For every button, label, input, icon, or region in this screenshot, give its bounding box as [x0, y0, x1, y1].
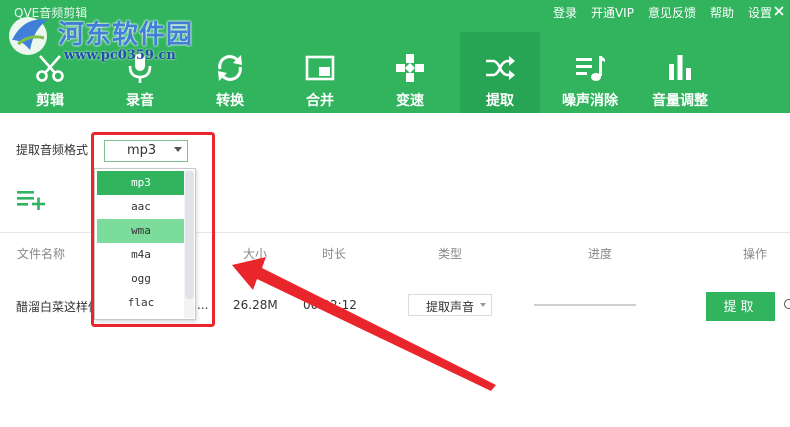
tool-volume[interactable]: 音量调整 — [640, 32, 720, 113]
app-window: QVE音频剪辑 登录 开通VIP 意见反馈 帮助 设置 剪辑 录音 转换 合并 … — [0, 0, 790, 427]
format-option-mp3[interactable]: mp3 — [97, 171, 185, 195]
tool-record-label: 录音 — [126, 93, 154, 109]
tool-speed-label: 变速 — [396, 93, 424, 109]
format-dropdown-list: mp3 aac wma m4a ogg flac — [94, 168, 196, 320]
format-option-ogg[interactable]: ogg — [97, 267, 185, 291]
column-header-type: 类型 — [438, 247, 463, 261]
microphone-icon — [128, 53, 152, 83]
row-edge-icon[interactable] — [784, 299, 790, 309]
scissors-icon — [36, 55, 64, 82]
tool-record[interactable]: 录音 — [100, 32, 180, 113]
tool-denoise-label: 噪声消除 — [562, 93, 618, 109]
chevron-down-icon — [174, 147, 182, 152]
format-label: 提取音频格式 — [16, 143, 89, 157]
file-name-ellipsis: ... — [197, 298, 209, 312]
format-option-wma[interactable]: wma — [97, 219, 185, 243]
annotation-arrow-icon — [232, 257, 496, 391]
shuffle-extract-icon — [486, 56, 515, 80]
merge-window-icon — [305, 55, 335, 81]
top-links: 登录 开通VIP 意见反馈 帮助 设置 — [553, 4, 772, 21]
type-select-value: 提取声音 — [426, 300, 475, 314]
progress-bar — [534, 304, 636, 306]
volume-bars-icon — [669, 55, 691, 80]
tool-cut[interactable]: 剪辑 — [10, 32, 90, 113]
tool-denoise[interactable]: 噪声消除 — [550, 32, 630, 113]
tool-merge-label: 合并 — [306, 93, 334, 109]
column-header-name: 文件名称 — [17, 247, 66, 261]
format-select-value: mp3 — [127, 143, 157, 158]
chevron-down-icon — [480, 303, 486, 307]
tool-extract[interactable]: 提取 — [460, 32, 540, 113]
gamepad-speed-icon — [396, 54, 424, 82]
tool-speed[interactable]: 变速 — [370, 32, 450, 113]
column-header-progress: 进度 — [588, 247, 613, 261]
file-name: 醋溜白菜这样做 — [16, 300, 101, 314]
login-link[interactable]: 登录 — [553, 4, 577, 21]
format-select[interactable]: mp3 — [104, 140, 188, 162]
tool-extract-label: 提取 — [486, 93, 514, 109]
vip-link[interactable]: 开通VIP — [591, 4, 634, 21]
header: QVE音频剪辑 登录 开通VIP 意见反馈 帮助 设置 剪辑 录音 转换 合并 … — [0, 0, 790, 113]
settings-link[interactable]: 设置 — [748, 4, 772, 21]
type-select[interactable]: 提取声音 — [408, 294, 492, 316]
help-link[interactable]: 帮助 — [710, 4, 734, 21]
tool-volume-label: 音量调整 — [652, 93, 708, 109]
tool-cut-label: 剪辑 — [36, 93, 64, 109]
title-bar: QVE音频剪辑 登录 开通VIP 意见反馈 帮助 设置 — [0, 0, 790, 26]
app-title: QVE音频剪辑 — [14, 6, 88, 20]
convert-arrows-icon — [218, 55, 242, 81]
add-file-icon[interactable] — [17, 188, 47, 210]
dropdown-scrollbar-thumb[interactable] — [185, 171, 194, 299]
format-option-flac[interactable]: flac — [97, 291, 185, 315]
close-icon[interactable] — [772, 2, 786, 20]
feedback-link[interactable]: 意见反馈 — [648, 4, 696, 21]
tool-convert-label: 转换 — [216, 93, 244, 109]
column-header-duration: 时长 — [322, 247, 347, 261]
music-list-icon — [576, 56, 605, 81]
file-duration: 00:02:12 — [303, 298, 357, 312]
toolbar: 剪辑 录音 转换 合并 变速 提取 噪声消除 音量调整 — [0, 32, 790, 113]
column-header-action: 操作 — [743, 247, 768, 261]
extract-button[interactable]: 提取 — [706, 292, 775, 321]
tool-convert[interactable]: 转换 — [190, 32, 270, 113]
tool-merge[interactable]: 合并 — [280, 32, 360, 113]
format-option-m4a[interactable]: m4a — [97, 243, 185, 267]
file-size: 26.28M — [233, 298, 278, 312]
format-option-aac[interactable]: aac — [97, 195, 185, 219]
column-header-size: 大小 — [243, 247, 268, 261]
